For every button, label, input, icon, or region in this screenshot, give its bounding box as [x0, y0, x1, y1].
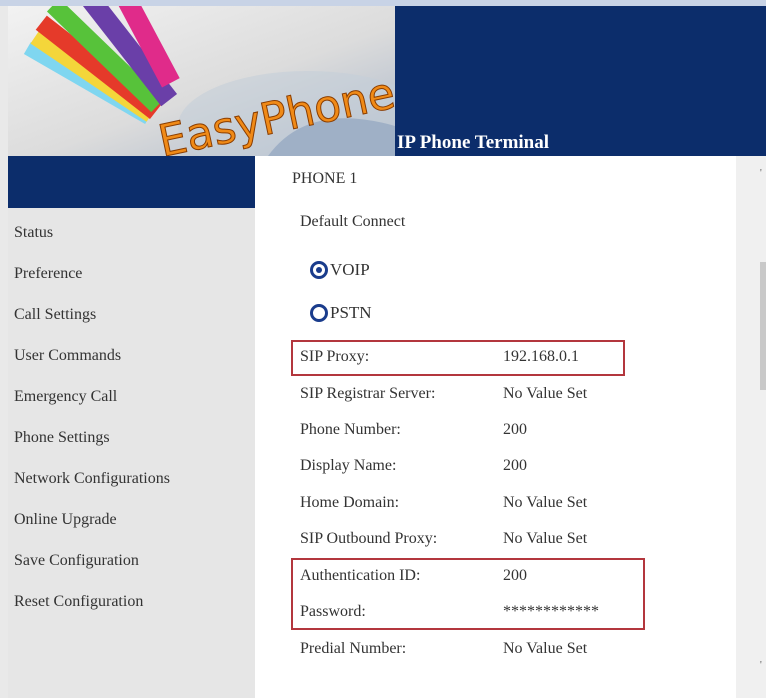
field-label-display-name: Display Name:	[300, 457, 397, 474]
field-label-phone-number: Phone Number:	[300, 421, 401, 438]
radio-voip[interactable]: VOIP	[310, 260, 370, 280]
field-label-home-domain: Home Domain:	[300, 494, 400, 511]
radio-selected-icon	[310, 261, 328, 279]
sidebar-item-call-settings[interactable]: Call Settings	[14, 306, 96, 324]
field-label-sip-registrar: SIP Registrar Server:	[300, 385, 436, 402]
logo-graphic: EasyPhone	[23, 6, 395, 156]
field-value-home-domain: No Value Set	[503, 494, 588, 511]
sidebar-item-preference[interactable]: Preference	[14, 265, 82, 283]
sidebar-item-emergency-call[interactable]: Emergency Call	[14, 388, 117, 406]
sidebar-item-status[interactable]: Status	[14, 224, 53, 242]
field-value-phone-number: 200	[503, 421, 527, 438]
highlight-box-credentials	[291, 558, 645, 630]
page-title: IP Phone Terminal	[397, 132, 550, 153]
field-label-sip-outbound-proxy: SIP Outbound Proxy:	[300, 530, 438, 547]
field-value-sip-outbound-proxy: No Value Set	[503, 530, 588, 547]
section-heading: PHONE 1	[292, 170, 358, 187]
scrollbar-thumb[interactable]	[760, 262, 766, 390]
default-connect-label: Default Connect	[300, 213, 406, 230]
radio-pstn[interactable]: PSTN	[310, 303, 372, 323]
radio-unselected-icon	[310, 304, 328, 322]
field-label-predial-number: Predial Number:	[300, 640, 407, 657]
sidebar-header	[8, 156, 255, 208]
sidebar-item-reset-configuration[interactable]: Reset Configuration	[14, 593, 143, 611]
sidebar-item-phone-settings[interactable]: Phone Settings	[14, 429, 110, 447]
sidebar-item-save-configuration[interactable]: Save Configuration	[14, 552, 139, 570]
edge-tick: '	[760, 168, 762, 179]
sidebar-item-online-upgrade[interactable]: Online Upgrade	[14, 511, 117, 529]
sidebar-item-network-configurations[interactable]: Network Configurations	[14, 470, 170, 488]
edge-tick: '	[760, 660, 762, 671]
radio-pstn-label: PSTN	[330, 303, 372, 322]
highlight-box-sip-proxy	[291, 340, 625, 376]
field-value-predial-number: No Value Set	[503, 640, 588, 657]
sidebar-item-user-commands[interactable]: User Commands	[14, 347, 121, 365]
field-value-display-name: 200	[503, 457, 527, 474]
radio-voip-label: VOIP	[330, 260, 370, 279]
field-value-sip-registrar: No Value Set	[503, 385, 588, 402]
easyphone-logo: EasyPhone	[8, 6, 395, 156]
scrollbar-track[interactable]	[736, 156, 766, 698]
